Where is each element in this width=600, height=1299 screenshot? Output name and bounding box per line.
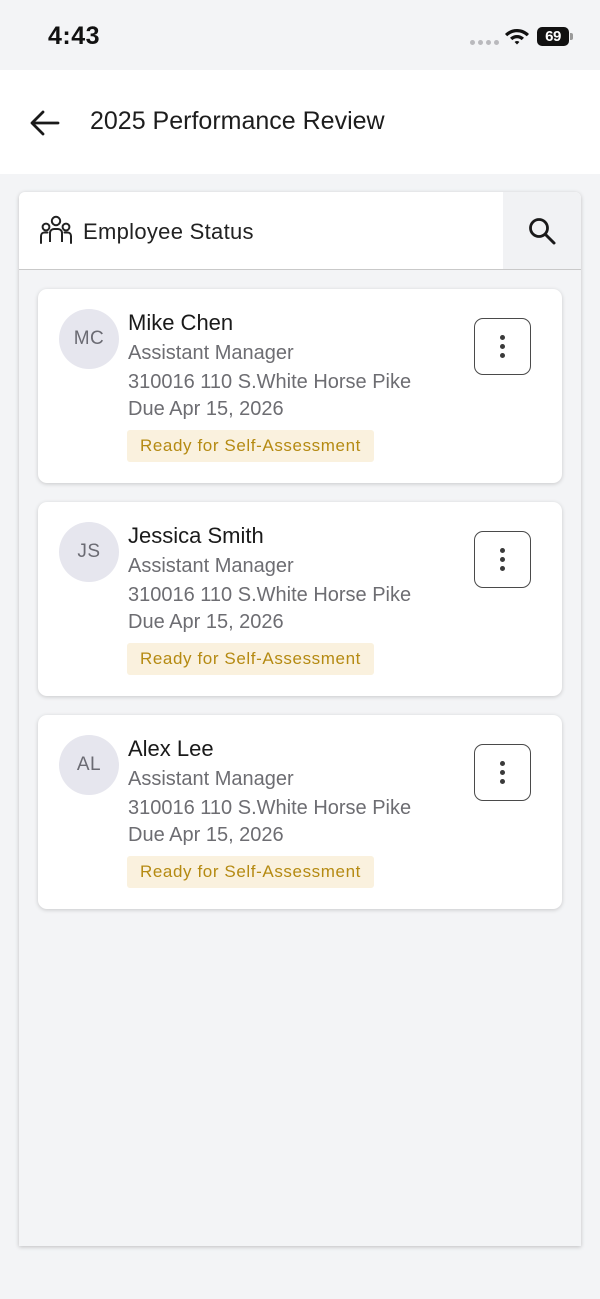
battery-indicator: 69 [537, 27, 569, 46]
employee-due-date: Due Apr 15, 2026 [128, 398, 284, 420]
back-button[interactable] [24, 102, 66, 144]
employee-name: Alex Lee [128, 736, 214, 761]
page-title: 2025 Performance Review [90, 107, 385, 135]
employee-due-date: Due Apr 15, 2026 [128, 611, 284, 633]
employee-card[interactable]: JS Jessica Smith Assistant Manager 31001… [38, 502, 562, 696]
avatar: AL [59, 735, 119, 795]
people-icon [40, 215, 72, 244]
employee-name: Mike Chen [128, 310, 234, 335]
more-vertical-icon [500, 548, 505, 553]
avatar: JS [59, 522, 119, 582]
more-vertical-icon [500, 335, 505, 340]
more-options-button[interactable] [474, 744, 531, 801]
employee-card[interactable]: MC Mike Chen Assistant Manager 310016 11… [38, 289, 562, 483]
status-badge: Ready for Self-Assessment [127, 856, 374, 888]
employee-role: Assistant Manager [128, 555, 294, 577]
search-button[interactable] [503, 192, 581, 269]
employee-address: 310016 110 S.White Horse Pike [128, 371, 412, 393]
avatar: MC [59, 309, 119, 369]
more-options-button[interactable] [474, 318, 531, 375]
more-vertical-icon [500, 761, 505, 766]
cellular-signal-icon [470, 40, 499, 45]
employee-role: Assistant Manager [128, 342, 294, 364]
employee-card[interactable]: AL Alex Lee Assistant Manager 310016 110… [38, 715, 562, 909]
more-options-button[interactable] [474, 531, 531, 588]
employee-address: 310016 110 S.White Horse Pike [128, 797, 412, 819]
search-icon [529, 217, 556, 244]
employee-name: Jessica Smith [128, 523, 264, 548]
employee-list: MC Mike Chen Assistant Manager 310016 11… [38, 289, 562, 928]
battery-tip [570, 33, 573, 40]
status-bar: 4:43 69 [0, 0, 600, 70]
status-time: 4:43 [48, 22, 101, 50]
status-badge: Ready for Self-Assessment [127, 643, 374, 675]
employee-due-date: Due Apr 15, 2026 [128, 824, 284, 846]
panel-header: Employee Status [19, 192, 581, 270]
app-header: 2025 Performance Review [0, 70, 600, 174]
employee-status-panel: Employee Status MC Mike Chen Assistant M… [19, 192, 581, 1246]
status-badge: Ready for Self-Assessment [127, 430, 374, 462]
employee-address: 310016 110 S.White Horse Pike [128, 584, 412, 606]
wifi-icon [505, 29, 529, 45]
arrow-left-icon [30, 110, 60, 136]
panel-title: Employee Status [83, 219, 254, 244]
employee-role: Assistant Manager [128, 768, 294, 790]
